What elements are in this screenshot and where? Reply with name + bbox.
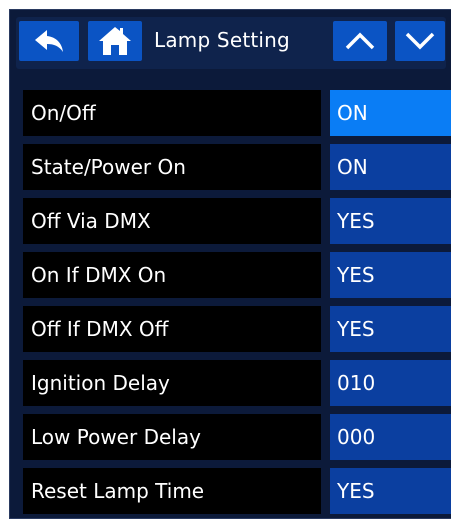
setting-row-off-via-dmx[interactable]: Off Via DMX YES [23,198,451,244]
page-title: Lamp Setting [154,28,290,52]
setting-label: On/Off [23,90,321,136]
setting-row-reset-lamp-time[interactable]: Reset Lamp Time YES [23,468,451,514]
setting-label: Off Via DMX [23,198,321,244]
setting-label: Low Power Delay [23,414,321,460]
scroll-down-button[interactable] [395,21,445,61]
home-button[interactable] [88,21,142,61]
home-icon [98,26,132,56]
chevron-up-icon [345,32,375,50]
device-screen: Lamp Setting On/Off ON State/Power On ON… [9,9,451,519]
setting-value[interactable]: YES [330,306,451,352]
setting-label: Ignition Delay [23,360,321,406]
back-button[interactable] [19,21,79,61]
setting-value[interactable]: YES [330,198,451,244]
setting-row-low-power-delay[interactable]: Low Power Delay 000 [23,414,451,460]
back-arrow-icon [34,29,64,53]
scroll-up-button[interactable] [333,21,387,61]
setting-value[interactable]: YES [330,468,451,514]
setting-row-off-if-dmx-off[interactable]: Off If DMX Off YES [23,306,451,352]
chevron-down-icon [405,32,435,50]
setting-row-ignition-delay[interactable]: Ignition Delay 010 [23,360,451,406]
setting-value[interactable]: YES [330,252,451,298]
setting-label: Reset Lamp Time [23,468,321,514]
setting-label: On If DMX On [23,252,321,298]
setting-value[interactable]: ON [330,90,451,136]
setting-value[interactable]: 000 [330,414,451,460]
setting-row-on-off[interactable]: On/Off ON [23,90,451,136]
setting-label: State/Power On [23,144,321,190]
setting-row-on-if-dmx-on[interactable]: On If DMX On YES [23,252,451,298]
setting-label: Off If DMX Off [23,306,321,352]
setting-value[interactable]: ON [330,144,451,190]
setting-value[interactable]: 010 [330,360,451,406]
setting-row-state-power-on[interactable]: State/Power On ON [23,144,451,190]
